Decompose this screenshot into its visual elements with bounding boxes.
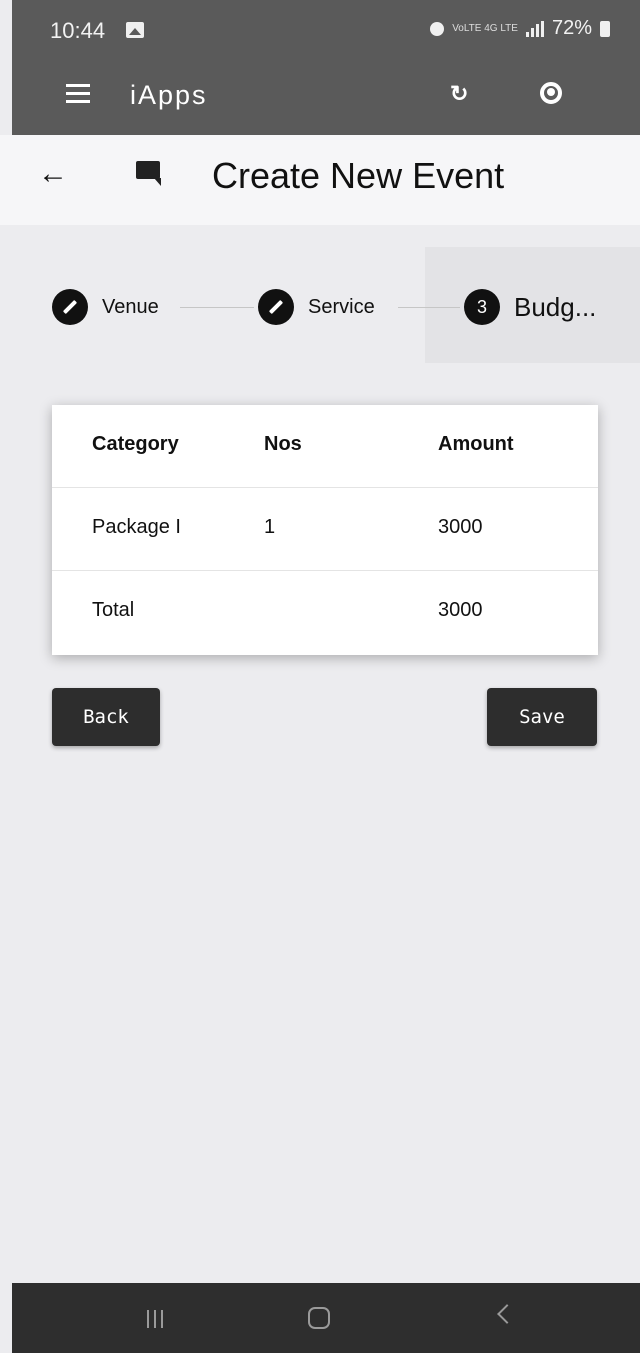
page-title: Create New Event (212, 155, 505, 196)
step-label: Venue (102, 295, 159, 318)
signal-icon (525, 20, 544, 37)
alarm-icon (430, 21, 445, 36)
stepper: Venue Service 3 Budg... (0, 245, 640, 365)
step-connector (180, 307, 254, 308)
table-row: Package I 1 3000 (52, 488, 598, 571)
page-header: ← Create New Event (0, 135, 640, 225)
step-connector (398, 307, 460, 308)
nav-back-icon[interactable] (497, 1304, 517, 1324)
save-button[interactable]: Save (487, 688, 597, 746)
battery-icon (600, 20, 610, 37)
cell-amount: 3000 (438, 516, 483, 538)
step-label: Budg... (514, 291, 597, 322)
table-header-row: Category Nos Amount (52, 405, 598, 488)
menu-icon[interactable] (66, 84, 90, 104)
step-number-badge: 3 (464, 289, 500, 325)
battery-percent: 72% (551, 17, 592, 39)
edit-pencil-icon (258, 289, 294, 325)
step-label: Service (308, 295, 375, 318)
column-header-amount: Amount (438, 433, 514, 455)
total-amount: 3000 (438, 599, 483, 621)
cell-category: Package I (92, 516, 181, 538)
step-service[interactable]: Service (258, 289, 375, 325)
back-button[interactable]: Back (52, 688, 160, 746)
recents-icon[interactable] (147, 1310, 163, 1328)
app-title: iApps (130, 80, 208, 110)
chat-icon (136, 161, 161, 186)
status-indicators: VoLTE 4G LTE 72% (430, 17, 610, 40)
status-time: 10:44 (50, 18, 106, 43)
budget-table: Category Nos Amount Package I 1 3000 Tot… (52, 405, 598, 655)
gallery-notification-icon (126, 22, 144, 38)
column-header-nos: Nos (264, 433, 302, 455)
home-icon[interactable] (308, 1307, 330, 1329)
cell-nos: 1 (264, 516, 276, 538)
total-label: Total (92, 599, 135, 621)
edit-pencil-icon (52, 289, 88, 325)
refresh-icon[interactable]: ↻ (450, 81, 468, 107)
account-icon[interactable] (540, 82, 562, 104)
network-type: VoLTE 4G LTE (452, 22, 518, 34)
step-budget[interactable]: 3 Budg... (464, 289, 596, 325)
status-bar: 10:44 VoLTE 4G LTE 72% (12, 0, 640, 60)
step-venue[interactable]: Venue (52, 289, 159, 325)
column-header-category: Category (92, 433, 179, 455)
table-total-row: Total 3000 (52, 571, 598, 654)
system-nav-bar (12, 1283, 640, 1353)
back-arrow-icon[interactable]: ← (38, 157, 68, 191)
app-bar: iApps ↻ (12, 60, 640, 135)
